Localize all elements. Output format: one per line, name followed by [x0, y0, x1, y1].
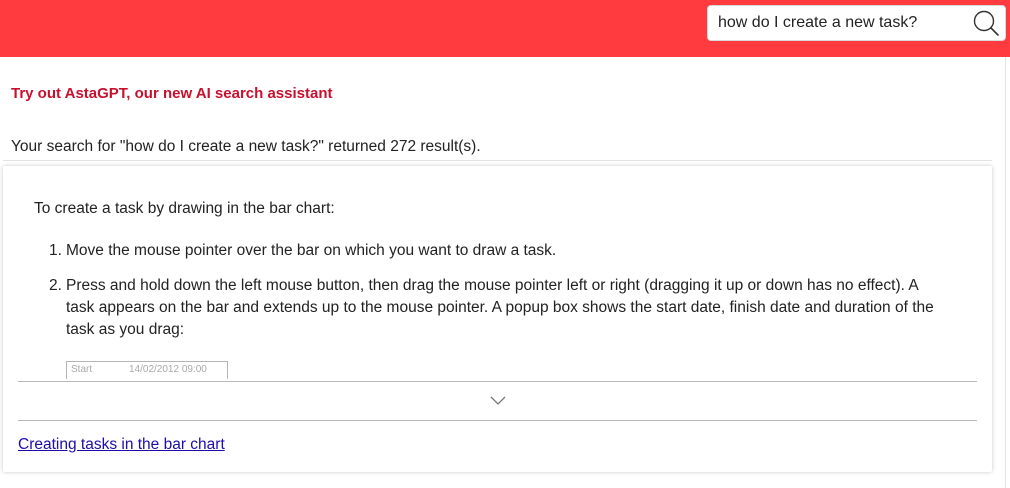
search-button[interactable]: [971, 9, 1001, 37]
popup-start-value: 14/02/2012 09:00: [129, 364, 207, 375]
step-item: 2. Press and hold down the left mouse bu…: [49, 275, 949, 341]
search-icon: [973, 10, 999, 36]
search-input[interactable]: [718, 6, 968, 40]
step-text: Press and hold down the left mouse butto…: [66, 277, 934, 338]
results-summary: Your search for "how do I create a new t…: [11, 138, 481, 155]
step-number: 2.: [49, 277, 62, 294]
summary-divider: [3, 160, 992, 161]
step-text: Move the mouse pointer over the bar on w…: [66, 242, 557, 259]
link-divider: [18, 420, 977, 421]
page-edge-divider: [1005, 57, 1006, 488]
result-card: To create a task by drawing in the bar c…: [3, 166, 992, 472]
steps-list: 1. Move the mouse pointer over the bar o…: [49, 240, 949, 354]
search-box: [707, 5, 1006, 41]
chevron-down-icon: [490, 396, 506, 405]
step-item: 1. Move the mouse pointer over the bar o…: [49, 240, 949, 262]
result-snippet: To create a task by drawing in the bar c…: [18, 166, 977, 381]
step-number: 1.: [49, 242, 62, 259]
date-popup-preview: Start 14/02/2012 09:00: [66, 361, 228, 379]
popup-start-label: Start: [71, 364, 93, 375]
snippet-intro: To create a task by drawing in the bar c…: [34, 200, 335, 217]
snippet-divider: [18, 381, 977, 382]
result-title-link[interactable]: Creating tasks in the bar chart: [18, 436, 225, 454]
expand-snippet-button[interactable]: [488, 393, 508, 407]
astagpt-promo-link[interactable]: Try out AstaGPT, our new AI search assis…: [11, 85, 332, 102]
